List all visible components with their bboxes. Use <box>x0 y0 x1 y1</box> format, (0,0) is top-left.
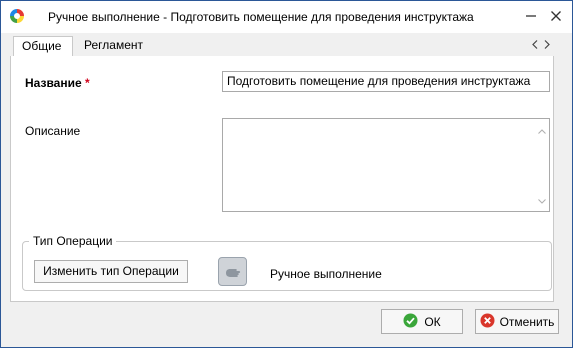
ok-label: ОК <box>424 314 441 329</box>
tab-general-label: Общие <box>22 39 62 53</box>
dialog-window: Ручное выполнение - Подготовить помещени… <box>0 0 573 348</box>
tab-scroll-arrows <box>532 38 550 52</box>
description-label: Описание <box>25 124 81 138</box>
title-bar[interactable]: Ручное выполнение - Подготовить помещени… <box>1 1 572 33</box>
tab-regulation[interactable]: Регламент <box>76 36 146 55</box>
operation-type-value: Ручное выполнение <box>270 267 382 281</box>
operation-type-title: Тип Операции <box>29 234 117 248</box>
tab-general[interactable]: Общие <box>13 36 73 57</box>
tab-scroll-right-icon[interactable] <box>544 38 550 52</box>
ok-button[interactable]: ОК <box>381 309 463 334</box>
description-field[interactable] <box>222 118 550 212</box>
minimize-button[interactable] <box>522 7 540 25</box>
cancel-icon <box>480 313 495 331</box>
tab-strip: Общие Регламент <box>10 36 554 57</box>
close-icon <box>551 11 561 21</box>
change-operation-type-button[interactable]: Изменить тип Операции <box>34 260 188 283</box>
name-field[interactable]: Подготовить помещение для проведения инс… <box>222 71 550 92</box>
hand-icon <box>218 257 247 286</box>
required-mark: * <box>85 76 90 90</box>
cancel-label: Отменить <box>499 314 555 329</box>
app-logo-icon <box>9 8 25 24</box>
tab-scroll-left-icon[interactable] <box>532 38 538 52</box>
close-button[interactable] <box>547 7 565 25</box>
description-scrollbar[interactable] <box>535 119 549 211</box>
scroll-up-icon[interactable] <box>538 123 546 137</box>
tab-regulation-label: Регламент <box>84 38 143 52</box>
window-title: Ручное выполнение - Подготовить помещени… <box>48 10 474 24</box>
name-label-text: Название <box>25 76 82 90</box>
check-icon <box>403 313 418 331</box>
minimize-icon <box>526 15 536 17</box>
cancel-button[interactable]: Отменить <box>475 309 559 334</box>
name-label: Название * <box>25 76 90 90</box>
scroll-down-icon[interactable] <box>538 193 546 207</box>
